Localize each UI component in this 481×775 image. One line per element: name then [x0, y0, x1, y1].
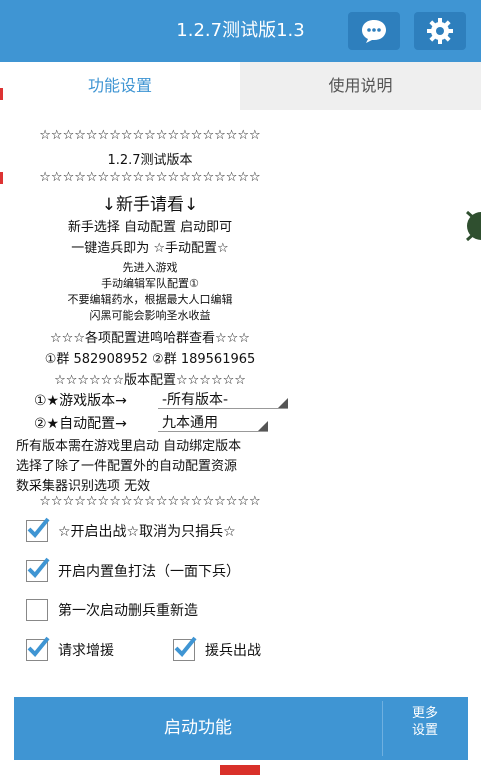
stars-divider: ☆☆☆☆☆☆☆☆☆☆☆☆☆☆☆☆☆☆☆ — [39, 494, 261, 509]
note-line: 所有版本需在游戏里启动 自动绑定版本 — [16, 439, 242, 454]
fish-tactic-checkbox[interactable] — [26, 557, 50, 582]
rebuild-troops-label: 第一次启动删兵重新造 — [58, 603, 198, 619]
newbie-line: 先进入游戏 — [122, 261, 178, 274]
newbie-line: 不要编辑药水，根据最大人口编辑 — [67, 293, 233, 306]
game-version-value: -所有版本- — [162, 392, 229, 408]
tab-bar: 功能设置 使用说明 — [0, 62, 481, 110]
dropdown-arrow-icon — [258, 421, 268, 431]
newbie-line: 闪黑可能会影响圣水收益 — [89, 309, 211, 322]
note-line: 数采集器识别选项 无效 — [16, 479, 151, 494]
auto-config-value: 九本通用 — [162, 415, 218, 431]
group-numbers: ①群 582908952 ②群 189561965 — [44, 352, 256, 367]
enable-battle-checkbox[interactable] — [26, 517, 50, 542]
checkmark-icon — [27, 636, 50, 657]
request-reinforce-checkbox[interactable] — [26, 636, 50, 661]
app-title: 1.2.7测试版1.3 — [176, 20, 305, 41]
tab-instructions[interactable]: 使用说明 — [240, 62, 481, 110]
settings-button[interactable] — [414, 12, 466, 50]
fish-tactic-label: 开启内置鱼打法（一面下兵） — [58, 564, 240, 580]
auto-config-dropdown[interactable]: 九本通用 — [158, 411, 268, 432]
tab-feature-settings[interactable]: 功能设置 — [0, 62, 240, 110]
stars-divider: ☆☆☆☆☆☆☆☆☆☆☆☆☆☆☆☆☆☆☆ — [39, 128, 261, 143]
newbie-line: 一键造兵即为 ☆手动配置☆ — [71, 241, 229, 256]
bottom-red-handle — [220, 765, 260, 775]
auto-config-label: ②★自动配置→ — [34, 416, 127, 432]
rebuild-troops-checkbox[interactable] — [26, 599, 48, 621]
game-version-label: ①★游戏版本→ — [34, 393, 127, 409]
checkmark-icon — [27, 557, 50, 578]
stars-divider: ☆☆☆☆☆☆☆☆☆☆☆☆☆☆☆☆☆☆☆ — [39, 170, 261, 185]
chat-button[interactable] — [348, 12, 400, 50]
reinforce-battle-checkbox[interactable] — [173, 636, 197, 661]
version-text: 1.2.7测试版本 — [107, 153, 193, 168]
group-title: ☆☆☆各项配置进鸣哈群查看☆☆☆ — [50, 331, 250, 346]
newbie-line: 新手选择 自动配置 启动即可 — [67, 220, 233, 235]
game-version-dropdown[interactable]: -所有版本- — [158, 388, 288, 409]
newbie-title: ↓新手请看↓ — [101, 195, 199, 215]
reinforce-battle-label: 援兵出战 — [205, 643, 261, 659]
note-line: 选择了除了一件配置外的自动配置资源 — [16, 459, 238, 474]
floating-tool-icon[interactable] — [462, 206, 481, 246]
chat-bubble-icon — [362, 20, 386, 43]
version-config-title: ☆☆☆☆☆☆版本配置☆☆☆☆☆☆ — [54, 373, 246, 388]
gear-icon — [427, 18, 453, 44]
start-function-button[interactable]: 启动功能 — [14, 697, 382, 760]
edge-accent — [0, 88, 3, 100]
checkmark-icon — [27, 517, 50, 538]
request-reinforce-label: 请求增援 — [58, 643, 114, 659]
footer-bar: 启动功能 更多 设置 — [14, 697, 468, 760]
settings-panel: ☆☆☆☆☆☆☆☆☆☆☆☆☆☆☆☆☆☆☆ 1.2.7测试版本 ☆☆☆☆☆☆☆☆☆☆… — [0, 110, 481, 690]
edge-accent — [0, 172, 3, 184]
more-settings-button[interactable]: 更多 设置 — [386, 705, 464, 739]
footer-divider — [382, 701, 383, 756]
enable-battle-label: ☆开启出战☆取消为只捐兵☆ — [58, 524, 236, 540]
checkmark-icon — [174, 636, 197, 657]
newbie-line: 手动编辑军队配置① — [101, 277, 199, 290]
dropdown-arrow-icon — [278, 398, 288, 408]
app-header: 1.2.7测试版1.3 — [0, 0, 481, 62]
